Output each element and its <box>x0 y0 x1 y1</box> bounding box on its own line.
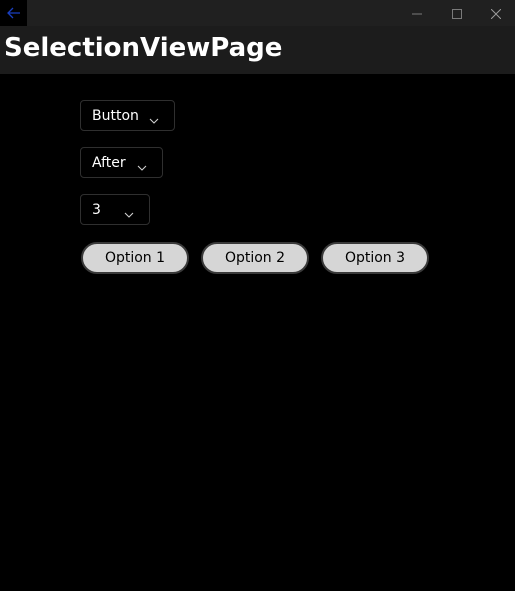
option-2-button[interactable]: Option 2 <box>201 242 309 274</box>
close-button[interactable] <box>476 0 515 26</box>
minimize-button[interactable] <box>397 0 437 26</box>
page-title: SelectionViewPage <box>4 33 283 63</box>
combo-value: 3 <box>92 202 101 218</box>
arrow-left-icon <box>6 7 21 19</box>
combo-box-count[interactable]: 3 <box>80 194 150 225</box>
app-window: SelectionViewPage Button After 3 Option … <box>0 0 515 591</box>
combo-box-after[interactable]: After <box>80 147 163 178</box>
close-icon <box>490 4 502 23</box>
minimize-icon <box>412 4 422 23</box>
combo-value: After <box>92 155 126 171</box>
chevron-down-icon <box>124 205 134 218</box>
maximize-button[interactable] <box>437 0 477 26</box>
back-button[interactable] <box>0 0 27 26</box>
option-1-button[interactable]: Option 1 <box>81 242 189 274</box>
combo-value: Button <box>92 108 139 124</box>
maximize-icon <box>452 4 462 23</box>
chevron-down-icon <box>149 111 159 124</box>
option-3-button[interactable]: Option 3 <box>321 242 429 274</box>
combo-box-button[interactable]: Button <box>80 100 175 131</box>
page-header: SelectionViewPage <box>0 26 515 74</box>
chevron-down-icon <box>137 158 147 171</box>
title-bar <box>0 0 515 26</box>
